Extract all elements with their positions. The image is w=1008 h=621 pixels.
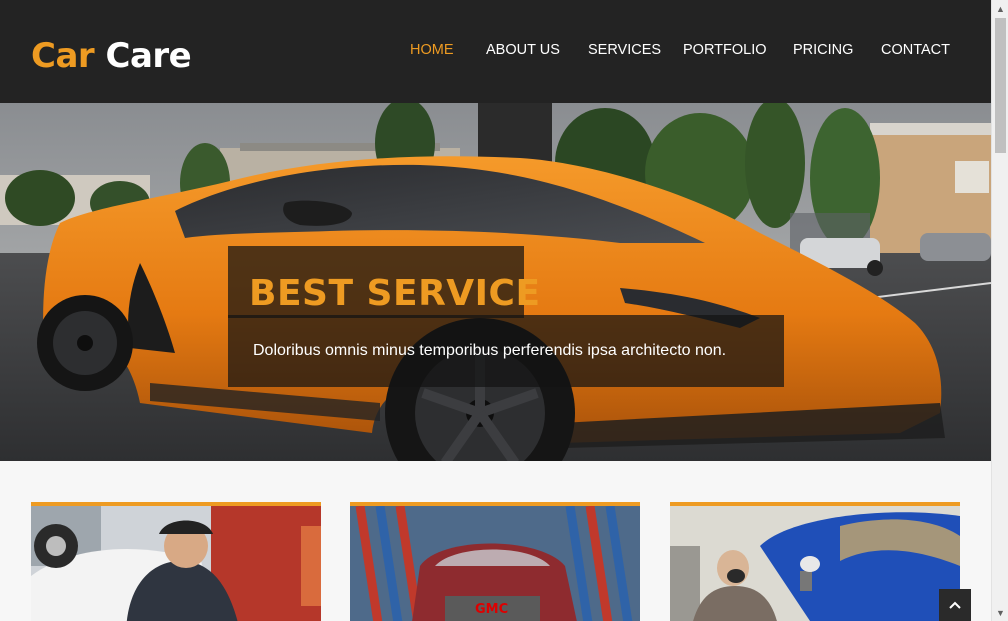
nav-services[interactable]: SERVICES (588, 42, 661, 58)
arrow-up-icon: ▲ (996, 3, 1005, 14)
scroll-thumb[interactable] (995, 18, 1006, 153)
svg-text:GMC: GMC (475, 602, 508, 617)
hero-title: BEST SERVICE (249, 273, 541, 314)
hero-slider: BEST SERVICE Doloribus omnis minus tempo… (0, 103, 991, 461)
nav-portfolio[interactable]: PORTFOLIO (683, 42, 767, 58)
scroll-down-button[interactable]: ▼ (992, 604, 1008, 621)
spray-painter-image (670, 506, 960, 621)
car-wash-image: GMC (350, 506, 640, 621)
page: Car Care HOME ABOUT US SERVICES PORTFOLI… (0, 0, 991, 621)
nav-home[interactable]: HOME (410, 42, 454, 58)
vertical-scrollbar[interactable]: ▲ ▼ (991, 0, 1008, 621)
service-card-car-wash[interactable]: GMC (350, 502, 640, 621)
chevron-up-icon (949, 601, 961, 609)
service-card-paint[interactable] (670, 502, 960, 621)
scroll-up-button[interactable]: ▲ (992, 0, 1008, 17)
nav-about-us[interactable]: ABOUT US (486, 42, 560, 58)
services-section: GMC (0, 461, 991, 621)
nav-pricing[interactable]: PRICING (793, 42, 853, 58)
site-header: Car Care HOME ABOUT US SERVICES PORTFOLI… (0, 0, 991, 103)
service-card-mechanic[interactable] (31, 502, 321, 621)
back-to-top-button[interactable] (939, 589, 971, 621)
mechanic-image (31, 506, 321, 621)
main-nav: HOME ABOUT US SERVICES PORTFOLIO PRICING… (0, 42, 991, 62)
arrow-down-icon: ▼ (996, 607, 1005, 618)
hero-subtitle: Doloribus omnis minus temporibus perfere… (253, 342, 727, 359)
nav-contact[interactable]: CONTACT (881, 42, 950, 58)
